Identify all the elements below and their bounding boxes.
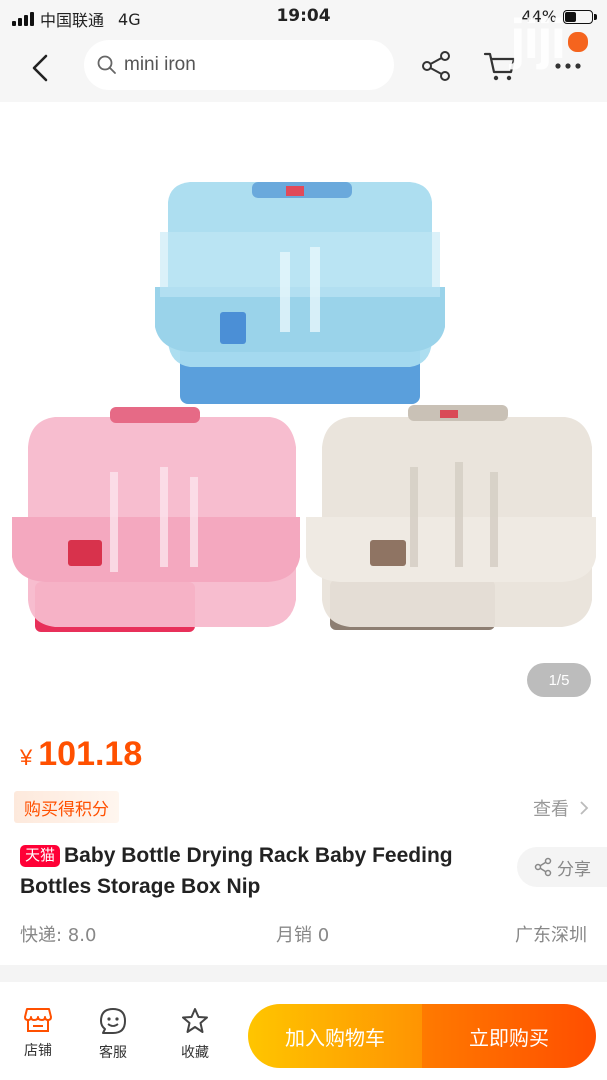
tab-store[interactable]: 店铺 [13,1006,63,1060]
price-value: 101.18 [38,735,143,773]
share-icon [534,857,552,877]
purchase-actions: 加入购物车 立即购买 [248,1004,596,1068]
product-info: ¥ 101.18 购买得积分 查看 天猫 Baby Bottle Drying R… [0,707,607,965]
tmall-badge: 天猫 [20,845,61,867]
tab-customer-service-label: 客服 [99,1045,127,1061]
search-icon [97,55,116,74]
battery-icon [563,9,597,24]
tab-favorite[interactable]: 收藏 [170,1006,220,1062]
back-icon[interactable] [22,48,62,88]
view-points-link[interactable]: 查看 [533,795,589,821]
points-banner[interactable]: 购买得积分 [14,791,119,823]
search-query: mini iron [124,54,196,75]
add-to-cart-button[interactable]: 加入购物车 [248,1004,422,1068]
buy-now-button[interactable]: 立即购买 [422,1004,596,1068]
favorite-star-icon [182,1008,208,1033]
tab-store-label: 店铺 [24,1043,52,1059]
currency-symbol: ¥ [20,745,33,770]
bottom-action-bar: 店铺 客服 收藏 加入购物车 立即购买 [0,982,607,1080]
tab-customer-service[interactable]: 客服 [88,1006,138,1062]
notification-badge [568,32,588,52]
image-counter: 1/5 [527,663,591,697]
monthly-sales: 月销 0 [276,925,330,946]
product-image-gallery[interactable]: 1/5 [0,102,607,707]
share-button[interactable]: 分享 [517,847,607,887]
product-title: 天猫 Baby Bottle Drying Rack Baby Feeding B… [20,840,500,902]
customer-service-icon [100,1008,126,1034]
tab-favorite-label: 收藏 [181,1045,209,1061]
watermark-logo: jiji [510,7,566,70]
share-label: 分享 [557,859,591,880]
ship-from-location: 广东深圳 [515,925,587,946]
share-icon[interactable] [418,48,454,84]
product-image [12,182,596,632]
product-title-text: Baby Bottle Drying Rack Baby Feeding Bot… [20,844,453,898]
price: ¥ 101.18 [20,735,142,774]
blue-storage-box [155,182,445,404]
beige-storage-box [306,405,596,630]
chevron-right-icon [580,801,589,815]
view-label: 查看 [533,799,569,820]
pink-storage-box [12,407,300,632]
shipping-fee: 快递: 8.0 [20,925,97,946]
store-icon [24,1008,52,1032]
search-input[interactable]: mini iron [84,40,394,90]
